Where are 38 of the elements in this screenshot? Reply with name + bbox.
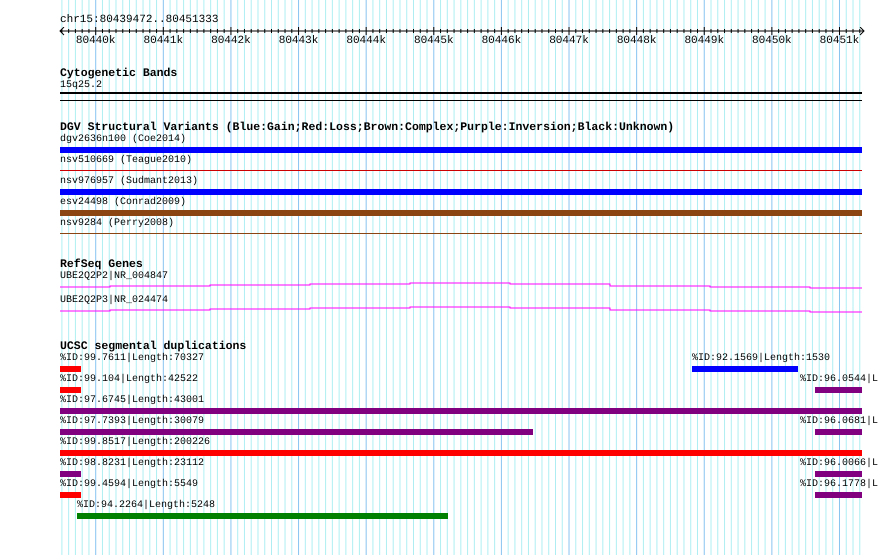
duplication-label: %ID:96.0066|L [800,458,878,470]
tick-label: 80441k [142,35,184,47]
duplication-label: %ID:99.8517|Length:200226 [60,437,210,449]
variant-label: nsv976957 (Sudmant2013) [60,176,198,188]
track-title: UCSC segmental duplications [60,340,246,353]
variant-label: nsv510669 (Teague2010) [60,155,192,167]
tick-label: 80451k [818,35,860,47]
tick-label: 80449k [683,35,726,47]
gene-label: UBE2Q2P2|NR_004847 [60,271,168,283]
tick-label: 80440k [74,35,116,47]
location-label: chr15:80439472..80451333 [60,14,218,26]
duplication-label: %ID:92.1569|Length:1530 [692,353,830,365]
tick-label: 80450k [751,35,793,47]
duplication-label: %ID:96.0544|L [800,374,878,386]
tick-label: 80442k [210,35,252,47]
tick-label: 80444k [345,35,387,47]
band-label: 15q25.2 [60,80,102,92]
gene-label: UBE2Q2P3|NR_024474 [60,295,168,307]
tick-label: 80445k [412,35,455,47]
tick-label: 80446k [480,35,522,47]
duplication-label: %ID:97.7393|Length:30079 [60,416,204,428]
duplication-label: %ID:97.6745|Length:43001 [60,395,204,407]
duplication-label: %ID:99.7611|Length:70327 [60,353,204,365]
variant-label: nsv9284 (Perry2008) [60,218,174,230]
tick-label: 80448k [616,35,658,47]
duplication-label: %ID:96.0681|L [800,416,878,428]
duplication-label: %ID:94.2264|Length:5248 [77,500,216,512]
duplication-label: %ID:96.1778|L [800,479,878,491]
variant-label: esv24498 (Conrad2009) [60,197,186,209]
duplication-label: %ID:98.8231|Length:23112 [60,458,204,470]
track-title: RefSeq Genes [60,258,143,271]
tick-label: 80447k [548,35,590,47]
duplication-label: %ID:99.4594|Length:5549 [60,479,198,491]
track-title: Cytogenetic Bands [60,67,178,80]
duplication-label: %ID:99.104|Length:42522 [60,374,198,386]
variant-label: dgv2636n100 (Coe2014) [60,134,186,146]
track-title: DGV Structural Variants (Blue:Gain;Red:Loss;Brown:Complex;Purple:Inversion;Black:Unknown) [60,121,674,134]
tick-label: 80443k [278,35,320,47]
